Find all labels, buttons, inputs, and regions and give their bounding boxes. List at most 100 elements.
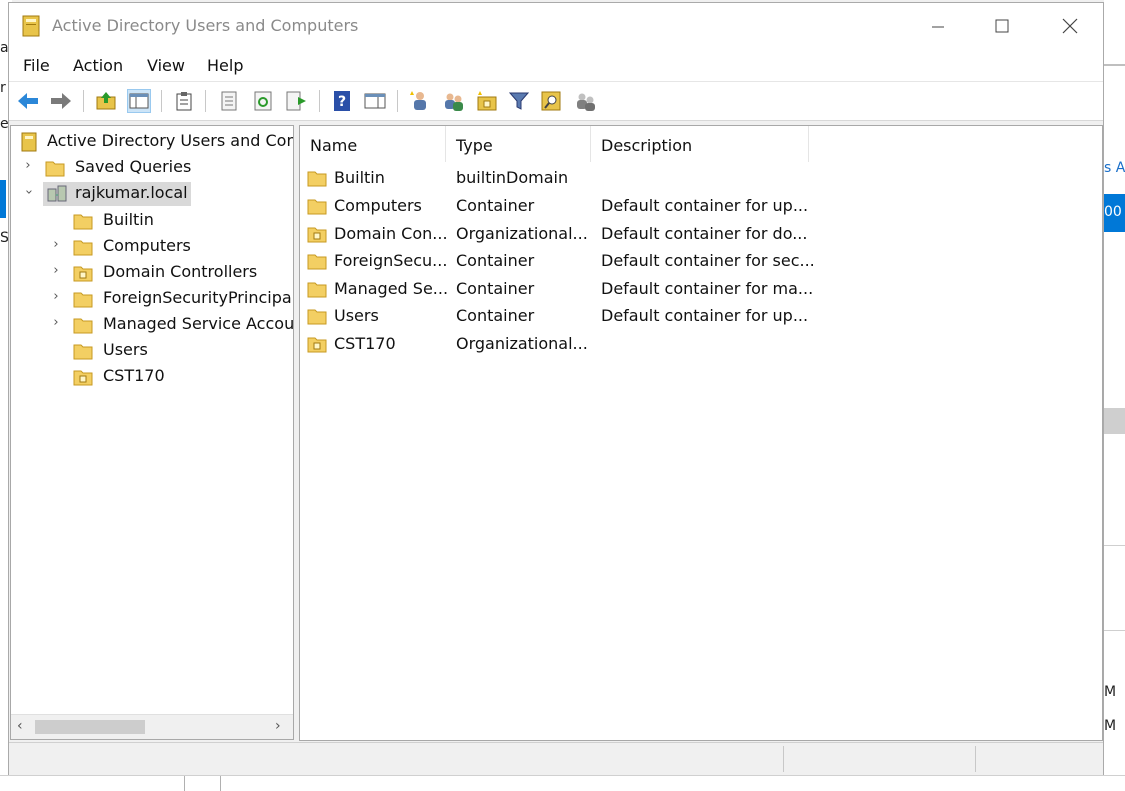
help-button[interactable]: ? xyxy=(330,89,354,113)
maximize-icon xyxy=(995,19,1009,33)
export-list-icon xyxy=(286,91,306,111)
folder-icon xyxy=(307,199,327,215)
export-list-button[interactable] xyxy=(284,89,308,113)
tree-node-label: ForeignSecurityPrincipals xyxy=(103,288,294,307)
tree-node-foreign-security-principals[interactable]: › ForeignSecurityPrincipals xyxy=(11,287,294,311)
tree-node-cst170[interactable]: CST170 xyxy=(11,365,293,389)
find-button[interactable] xyxy=(540,89,564,113)
background-selection xyxy=(0,180,6,218)
list-item[interactable]: CST170 Organizational... xyxy=(300,331,1100,358)
back-button[interactable] xyxy=(16,89,40,113)
maximize-button[interactable] xyxy=(979,9,1025,43)
tree-node-saved-queries[interactable]: › Saved Queries xyxy=(11,156,293,180)
tree-node-domain-controllers[interactable]: › Domain Controllers xyxy=(11,261,293,285)
title-bar[interactable]: Active Directory Users and Computers xyxy=(9,3,1103,49)
up-folder-icon xyxy=(96,92,116,110)
list-item[interactable]: Managed Se... Container Default containe… xyxy=(300,276,1100,303)
close-button[interactable] xyxy=(1047,9,1093,43)
expand-chevron-icon[interactable]: › xyxy=(49,264,63,278)
show-action-pane-button[interactable] xyxy=(363,89,387,113)
background-window-right: s Ac 00 M M xyxy=(1104,0,1125,790)
column-header-name[interactable]: Name xyxy=(300,126,446,162)
forward-arrow-icon xyxy=(51,93,71,109)
list-item[interactable]: ForeignSecu... Container Default contain… xyxy=(300,248,1100,275)
tree-node-label: Users xyxy=(103,340,148,359)
menu-help[interactable]: Help xyxy=(207,56,243,75)
expand-chevron-icon[interactable]: › xyxy=(49,290,63,304)
column-header-type[interactable]: Type xyxy=(446,126,591,162)
folder-icon xyxy=(45,161,65,177)
expand-chevron-icon[interactable]: › xyxy=(49,238,63,252)
folder-icon xyxy=(73,240,93,256)
background-text: r xyxy=(0,80,6,96)
help-icon: ? xyxy=(334,91,350,111)
window-title: Active Directory Users and Computers xyxy=(52,16,359,35)
new-user-button[interactable] xyxy=(408,89,432,113)
add-to-group-button[interactable] xyxy=(574,89,598,113)
background-selection: 00 xyxy=(1104,194,1125,232)
back-arrow-icon xyxy=(18,93,38,109)
ou-folder-icon xyxy=(307,227,327,243)
folder-icon xyxy=(73,318,93,334)
ou-folder-icon xyxy=(307,337,327,353)
clipboard-icon xyxy=(176,92,192,111)
folder-icon xyxy=(307,171,327,187)
menu-bar: File Action View Help xyxy=(9,49,1103,82)
status-bar xyxy=(9,742,1103,775)
column-header-description[interactable]: Description xyxy=(591,126,809,162)
show-hide-console-tree-icon xyxy=(129,93,149,109)
tree-node-managed-service-accounts[interactable]: › Managed Service Accour xyxy=(11,313,294,337)
mmc-window: Active Directory Users and Computers Fil… xyxy=(8,2,1104,775)
new-user-icon xyxy=(410,91,426,110)
tree-node-label: Managed Service Accour xyxy=(103,314,294,333)
show-hide-console-tree-button[interactable] xyxy=(127,89,151,113)
folder-icon xyxy=(307,309,327,325)
clipboard-button[interactable] xyxy=(172,89,196,113)
properties-button[interactable] xyxy=(217,89,241,113)
menu-file[interactable]: File xyxy=(23,56,50,75)
list-item[interactable]: Computers Container Default container fo… xyxy=(300,193,1100,220)
background-text: M xyxy=(1104,718,1117,734)
console-tree[interactable]: Active Directory Users and Com › Saved Q… xyxy=(10,125,294,740)
list-item[interactable]: Users Container Default container for up… xyxy=(300,303,1100,330)
ou-folder-icon xyxy=(73,370,93,386)
menu-view[interactable]: View xyxy=(147,56,185,75)
refresh-button[interactable] xyxy=(251,89,275,113)
domain-icon xyxy=(47,185,67,202)
expand-chevron-icon[interactable]: › xyxy=(49,316,63,330)
folder-icon xyxy=(73,292,93,308)
tree-horizontal-scrollbar[interactable]: ‹ › xyxy=(11,714,293,739)
tree-node-root[interactable]: Active Directory Users and Com xyxy=(11,130,293,154)
new-ou-button[interactable] xyxy=(475,89,499,113)
list-item[interactable]: Builtin builtinDomain xyxy=(300,165,1100,192)
background-text: M xyxy=(1104,684,1117,700)
ou-folder-icon xyxy=(73,266,93,282)
tree-node-builtin[interactable]: Builtin xyxy=(11,209,293,233)
close-icon xyxy=(1062,18,1078,34)
forward-button[interactable] xyxy=(49,89,73,113)
collapse-chevron-icon[interactable]: › xyxy=(21,185,36,199)
tree-node-users[interactable]: Users xyxy=(11,339,293,363)
new-group-button[interactable] xyxy=(442,89,466,113)
expand-chevron-icon[interactable]: › xyxy=(21,159,35,173)
toolbar: ? xyxy=(9,82,1103,121)
menu-action[interactable]: Action xyxy=(73,56,123,75)
filter-icon xyxy=(509,92,529,110)
minimize-button[interactable] xyxy=(915,9,961,43)
scroll-left-arrow-icon[interactable]: ‹ xyxy=(17,718,23,734)
folder-icon xyxy=(307,282,327,298)
up-one-level-button[interactable] xyxy=(94,89,118,113)
tree-node-domain[interactable]: › rajkumar.local xyxy=(11,182,293,206)
filter-button[interactable] xyxy=(507,89,531,113)
results-list[interactable]: Name Type Description Builtin builtinDom… xyxy=(299,125,1103,741)
ad-users-computers-icon xyxy=(21,132,37,152)
tree-node-computers[interactable]: › Computers xyxy=(11,235,293,259)
show-action-pane-icon xyxy=(364,93,386,109)
scrollbar-thumb[interactable] xyxy=(35,720,145,734)
svg-text:?: ? xyxy=(338,94,346,110)
tree-node-label: CST170 xyxy=(103,366,165,385)
scroll-right-arrow-icon[interactable]: › xyxy=(275,718,281,734)
tree-node-label: Domain Controllers xyxy=(103,262,258,281)
list-item[interactable]: Domain Con... Organizational... Default … xyxy=(300,221,1100,248)
tree-node-label: Builtin xyxy=(103,210,154,229)
